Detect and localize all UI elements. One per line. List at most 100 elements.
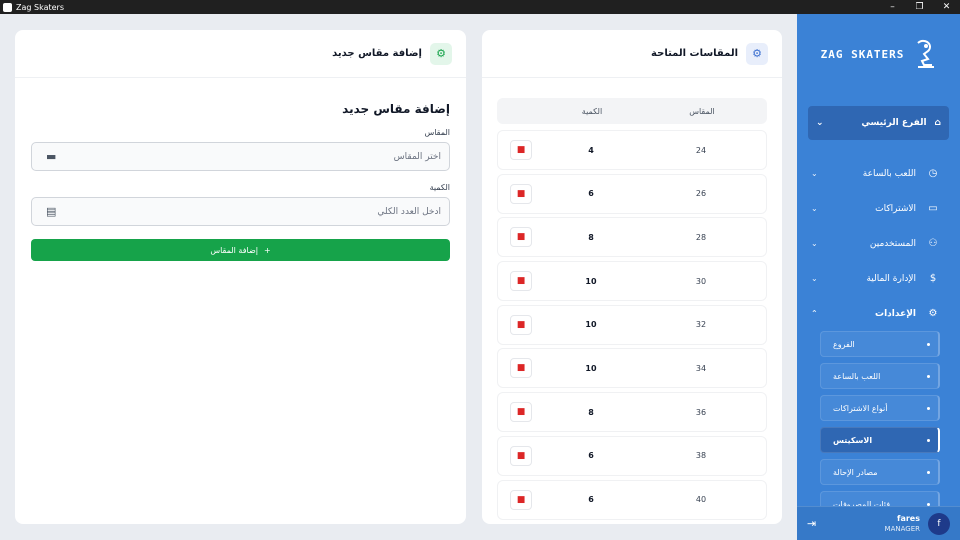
trash-icon: ■ — [516, 319, 526, 330]
add-size-button-label: إضافة المقاس — [210, 245, 258, 255]
gear-icon: ⚙ — [928, 308, 938, 319]
chevron-down-icon: ⌄ — [811, 204, 818, 213]
branch-label: الفرع الرئيسي — [861, 118, 927, 128]
table-row: 24 4 ■ — [497, 130, 767, 170]
sub-item-referral-sources[interactable]: مصادر الإحالة — [820, 459, 940, 485]
nav-item-subscriptions[interactable]: ▭ الاشتراكات ⌄ — [797, 191, 960, 226]
add-size-card: ⚙ إضافة مقاس جديد إضافة مقاس جديد المقاس… — [15, 30, 466, 524]
users-icon: ⚇ — [928, 238, 938, 249]
quantity-cell: 10 — [585, 276, 597, 286]
size-label: المقاس — [424, 128, 450, 137]
delete-button[interactable]: ■ — [510, 140, 532, 160]
trash-icon: ■ — [516, 363, 526, 374]
user-box: f fares MANAGER ⇥ — [797, 506, 960, 540]
size-cell: 34 — [695, 363, 707, 373]
chevron-up-icon: ⌃ — [811, 309, 818, 318]
window-titlebar: Zag Skaters – ❐ ✕ — [0, 0, 960, 14]
nav-item-settings[interactable]: ⚙ الإعدادات ⌃ — [797, 296, 960, 331]
quantity-field[interactable]: ▤ — [31, 197, 450, 226]
bullet-icon — [927, 438, 930, 442]
trash-icon: ■ — [516, 188, 526, 199]
quantity-cell: 10 — [585, 363, 597, 373]
column-header-size: المقاس — [689, 106, 715, 116]
delete-button[interactable]: ■ — [510, 271, 532, 292]
home-icon: ⌂ — [934, 118, 941, 128]
table-row: 28 8 ■ — [497, 217, 767, 258]
delete-button[interactable]: ■ — [510, 489, 532, 510]
quantity-cell: 6 — [588, 189, 594, 199]
plus-icon: + — [263, 245, 271, 255]
size-cell: 40 — [695, 495, 707, 504]
table-row: 30 10 ■ — [497, 261, 767, 302]
skater-logo-icon — [917, 39, 935, 68]
branch-selector[interactable]: ⌂ الفرع الرئيسي ⌄ — [808, 106, 949, 140]
settings-submenu: الفروع اللعب بالساعة أنواع الاشتراكات ال… — [797, 331, 960, 517]
size-input[interactable] — [56, 151, 441, 162]
form-title: إضافة مقاس جديد — [342, 102, 450, 116]
sidebar: ZAG SKATERS ⌂ الفرع الرئيسي ⌄ ◷ اللعب با… — [797, 14, 960, 540]
sub-item-skates[interactable]: الاسكيتس — [820, 427, 940, 453]
window-title: Zag Skaters — [16, 2, 64, 12]
gear-icon: ⚙ — [746, 42, 768, 65]
available-sizes-card: ⚙ المقاسات المتاحة المقاس الكمية 24 4 ■ … — [482, 30, 782, 524]
sizes-table: المقاس الكمية 24 4 ■ 26 6 ■ 28 8 ■ 30 10 — [497, 98, 767, 520]
size-cell: 28 — [695, 232, 707, 242]
user-role: MANAGER — [884, 524, 920, 533]
card-title: المقاسات المتاحة — [651, 48, 738, 59]
avatar[interactable]: f — [928, 512, 950, 535]
sub-item-branches[interactable]: الفروع — [820, 331, 940, 357]
table-header: المقاس الكمية — [497, 98, 767, 124]
trash-icon: ■ — [516, 145, 526, 155]
app-icon — [3, 2, 12, 12]
trash-icon: ■ — [516, 450, 526, 461]
card-title: إضافة مقاس جديد — [332, 48, 422, 59]
size-cell: 32 — [695, 320, 707, 330]
add-size-button[interactable]: + إضافة المقاس — [31, 239, 450, 261]
nav-label: اللعب بالساعة — [862, 168, 916, 179]
table-row: 38 6 ■ — [497, 435, 767, 476]
dollar-icon: $ — [929, 273, 937, 284]
size-cell: 38 — [695, 451, 707, 461]
ruler-icon: ▬ — [46, 150, 57, 163]
quantity-cell: 10 — [585, 320, 597, 330]
table-row: 26 6 ■ — [497, 173, 767, 214]
quantity-input[interactable] — [56, 206, 441, 217]
minimize-button[interactable]: – — [879, 0, 906, 14]
size-select[interactable]: ▬ — [31, 142, 450, 171]
logout-icon[interactable]: ⇥ — [807, 517, 816, 530]
bullet-icon — [927, 342, 930, 346]
size-cell: 36 — [695, 407, 707, 417]
column-header-quantity: الكمية — [581, 106, 603, 116]
delete-button[interactable]: ■ — [510, 183, 532, 204]
trash-icon: ■ — [516, 407, 526, 418]
archive-box-icon: ▤ — [46, 205, 57, 218]
delete-button[interactable]: ■ — [510, 402, 532, 423]
quantity-cell: 8 — [588, 232, 594, 242]
nav-label: المستخدمين — [869, 238, 916, 249]
chevron-down-icon: ⌄ — [811, 169, 818, 178]
sub-label: مصادر الإحالة — [833, 467, 878, 477]
close-button[interactable]: ✕ — [933, 0, 960, 14]
stopwatch-icon: ◷ — [928, 168, 938, 179]
quantity-label: الكمية — [429, 183, 450, 192]
sub-item-hourly-play[interactable]: اللعب بالساعة — [820, 363, 940, 389]
delete-button[interactable]: ■ — [510, 314, 532, 335]
nav-item-users[interactable]: ⚇ المستخدمين ⌄ — [797, 226, 960, 261]
delete-button[interactable]: ■ — [510, 227, 532, 248]
nav-label: الإدارة المالية — [866, 273, 916, 284]
nav-item-finance[interactable]: $ الإدارة المالية ⌄ — [797, 261, 960, 296]
nav-item-hourly-play[interactable]: ◷ اللعب بالساعة ⌄ — [797, 156, 960, 191]
quantity-cell: 8 — [588, 407, 594, 417]
delete-button[interactable]: ■ — [510, 358, 532, 379]
sub-item-subscription-types[interactable]: أنواع الاشتراكات — [820, 395, 940, 421]
chevron-down-icon: ⌄ — [811, 274, 818, 283]
table-row: 40 6 ■ — [497, 479, 767, 520]
sub-label: أنواع الاشتراكات — [833, 403, 888, 413]
card-icon: ▭ — [928, 203, 938, 214]
maximize-button[interactable]: ❐ — [906, 0, 933, 14]
bullet-icon — [927, 374, 930, 378]
delete-button[interactable]: ■ — [510, 445, 532, 466]
table-row: 36 8 ■ — [497, 392, 767, 433]
gear-icon: ⚙ — [430, 42, 452, 65]
user-name: fares — [896, 513, 920, 523]
